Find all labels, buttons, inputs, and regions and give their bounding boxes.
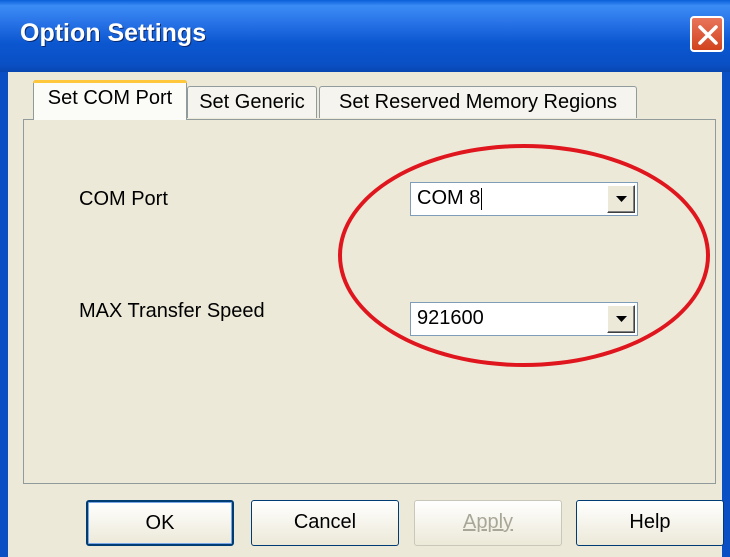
- apply-label: Apply: [462, 511, 514, 533]
- close-icon: [698, 25, 718, 45]
- max-transfer-speed-label: MAX Transfer Speed: [79, 300, 265, 322]
- tab-set-generic[interactable]: Set Generic: [187, 86, 317, 118]
- window-border-left: [0, 72, 8, 557]
- cancel-button[interactable]: Cancel: [251, 500, 399, 546]
- title-bar[interactable]: Option Settings: [0, 0, 730, 72]
- close-button[interactable]: [690, 16, 724, 52]
- tab-set-reserved-memory-regions[interactable]: Set Reserved Memory Regions: [319, 86, 637, 118]
- window-title: Option Settings: [20, 19, 207, 47]
- option-settings-dialog: Option Settings Set COM Port Set Generic…: [0, 0, 730, 557]
- ok-button[interactable]: OK: [86, 500, 234, 546]
- tab-set-com-port[interactable]: Set COM Port: [33, 80, 187, 120]
- help-button[interactable]: Help: [576, 500, 724, 546]
- window-border-right: [722, 72, 730, 557]
- red-annotation-ellipse: [338, 144, 710, 367]
- com-port-label: COM Port: [79, 188, 168, 210]
- apply-button[interactable]: Apply: [414, 500, 562, 546]
